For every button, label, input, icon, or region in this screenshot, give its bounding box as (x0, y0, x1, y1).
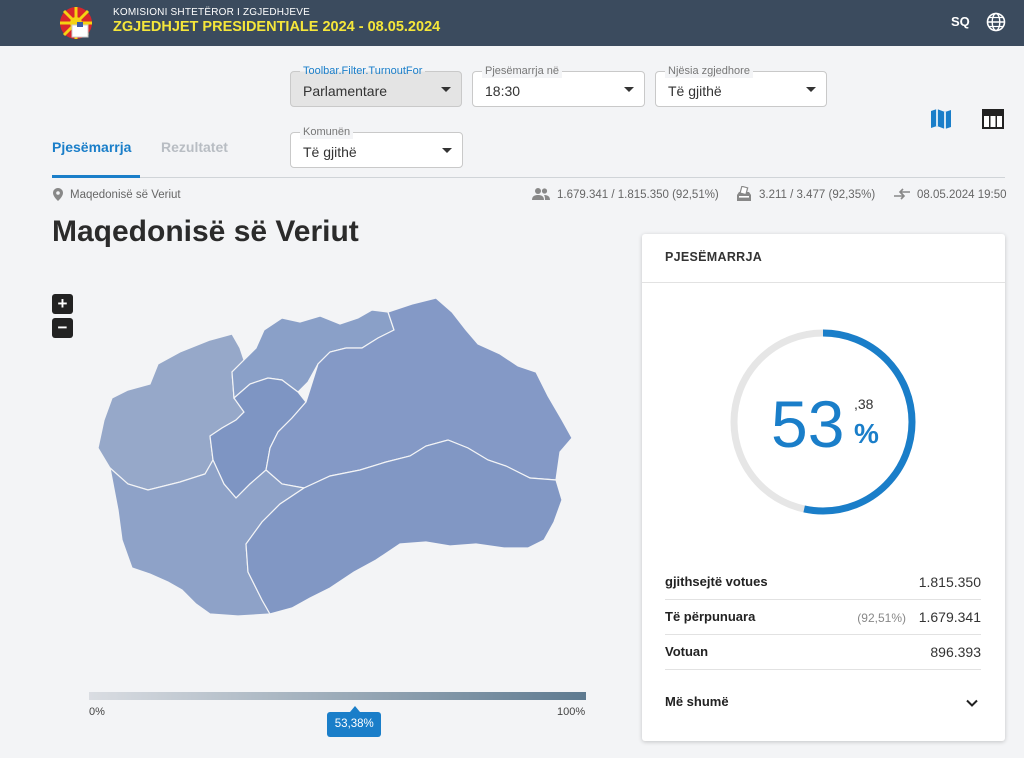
tabs-divider (52, 177, 1005, 178)
turnout-percent-integer: 53 (771, 387, 845, 461)
page-title: Maqedonisë së Veriut (52, 215, 359, 248)
language-toggle[interactable]: SQ (951, 14, 970, 29)
chevron-down-icon (441, 87, 451, 92)
active-tab-indicator (52, 175, 140, 178)
turnout-for-label: Toolbar.Filter.TurnoutFor (300, 64, 426, 78)
legend-min-label: 0% (89, 706, 105, 718)
org-name: KOMISIONI SHTETËROR I ZGJEDHJEVE (113, 7, 310, 18)
turnout-map[interactable] (88, 290, 588, 630)
processed-row: Të përpunuara (92,51%) 1.679.341 (665, 600, 981, 635)
electoral-unit-value: Të gjithë (668, 83, 722, 99)
zoom-out-button[interactable]: − (52, 318, 73, 338)
electoral-unit-select[interactable]: Njësia zgjedhore Të gjithë (655, 64, 827, 107)
turnout-percent-decimal: ,38 (854, 396, 874, 412)
show-more-button[interactable]: Më shumë (665, 694, 729, 709)
zoom-in-button[interactable]: + (52, 294, 73, 314)
row-label: Të përpunuara (665, 609, 756, 624)
turnout-for-value: Parlamentare (303, 83, 388, 99)
voted-row: Votuan 896.393 (665, 635, 981, 670)
municipality-select[interactable]: Komunën Të gjithë (290, 125, 463, 168)
sync-arrows-icon (894, 188, 910, 200)
globe-icon[interactable] (986, 12, 1006, 32)
chevron-down-icon (624, 87, 634, 92)
turnout-percent-sign: % (854, 418, 879, 449)
chevron-down-icon (442, 148, 452, 153)
people-icon (532, 188, 550, 200)
tab-results[interactable]: Rezultatet (161, 139, 228, 155)
turnout-time-label: Pjesëmarrja në (482, 64, 562, 78)
turnout-time-value: 18:30 (485, 83, 521, 99)
top-header: KOMISIONI SHTETËROR I ZGJEDHJEVE ZGJEDHJ… (0, 0, 1024, 46)
row-value: 896.393 (930, 644, 981, 660)
total-voters-row: gjithsejtë votues 1.815.350 (665, 565, 981, 600)
row-label: Votuan (665, 644, 709, 659)
row-label: gjithsejtë votues (665, 574, 768, 589)
legend-marker: 53,38% (327, 706, 382, 737)
last-updated: 08.05.2024 19:50 (917, 189, 1007, 201)
tab-turnout[interactable]: Pjesëmarrja (52, 139, 131, 155)
chevron-down-icon (806, 87, 816, 92)
breadcrumb[interactable]: Maqedonisë së Veriut (70, 189, 181, 201)
municipality-label: Komunën (300, 125, 354, 139)
turnout-for-select[interactable]: Toolbar.Filter.TurnoutFor Parlamentare (290, 64, 462, 107)
card-title: PJESËMARRJA (665, 250, 763, 264)
electoral-unit-label: Njësia zgjedhore (665, 64, 753, 78)
municipality-value: Të gjithë (303, 144, 357, 160)
turnout-time-select[interactable]: Pjesëmarrja në 18:30 (472, 64, 645, 107)
voters-stat: 1.679.341 / 1.815.350 (92,51%) (557, 189, 719, 201)
row-extra: (92,51%) (857, 611, 906, 625)
election-title: ZGJEDHJET PRESIDENTIALE 2024 - 08.05.202… (113, 19, 441, 35)
map-view-icon[interactable] (929, 107, 953, 131)
row-value: 1.679.341 (918, 609, 981, 625)
legend-max-label: 100% (557, 706, 586, 718)
legend-gradient-bar (89, 692, 586, 700)
chevron-down-icon[interactable] (965, 696, 979, 710)
ballot-box-icon (737, 186, 751, 201)
card-divider (642, 282, 1005, 283)
row-value: 1.815.350 (918, 574, 981, 590)
table-view-icon[interactable] (981, 107, 1005, 131)
turnout-card: PJESËMARRJA 53 ,38 % gjithsejtë votues 1… (642, 234, 1005, 741)
location-pin-icon (53, 188, 63, 201)
logo-icon (60, 7, 92, 39)
polling-stations-stat: 3.211 / 3.477 (92,35%) (759, 189, 876, 201)
